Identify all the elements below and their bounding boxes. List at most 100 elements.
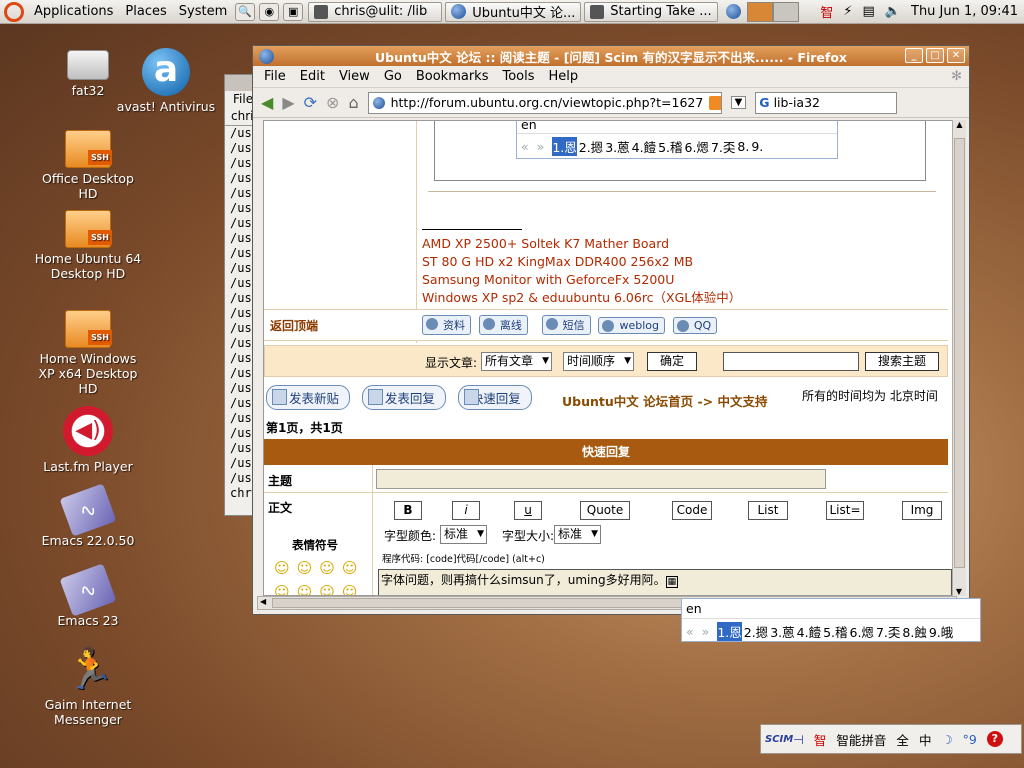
forward-arrow-icon[interactable]: ▶ [282, 93, 294, 112]
firefox-launcher-icon[interactable]: ◉ [259, 2, 280, 21]
scroll-down-arrow-icon[interactable]: ▼ [953, 587, 965, 596]
menu-view[interactable]: View [332, 69, 377, 84]
ime-candidate[interactable]: 9.皒 [929, 622, 953, 641]
ime-candidate[interactable]: 8. [737, 139, 749, 154]
ime-candidate[interactable]: 1.恩 [552, 137, 577, 156]
back-arrow-icon[interactable]: ◀ [261, 93, 273, 112]
ime-candidate[interactable]: 5.稽 [823, 622, 847, 641]
weblog-button[interactable]: weblog [598, 317, 665, 334]
code-button[interactable]: Code [672, 501, 712, 520]
ime-candidate[interactable]: 1.恩 [717, 622, 742, 641]
italic-button[interactable]: i [452, 501, 480, 520]
ime-candidate[interactable]: 9. [751, 139, 763, 154]
quote-punctuation-icon[interactable]: °9 [963, 732, 977, 747]
ime-candidate[interactable]: 7.奀 [711, 137, 735, 156]
google-search-icon[interactable]: G [759, 95, 769, 110]
ime-candidate[interactable]: 6.煾 [850, 622, 874, 641]
ime-next-page-icon[interactable]: » [537, 139, 545, 154]
menu-edit[interactable]: Edit [293, 69, 332, 84]
search-topic-button[interactable]: 搜索主题 [865, 352, 940, 371]
power-icon[interactable]: ⚡ [843, 4, 852, 19]
offline-button[interactable]: 离线 [478, 315, 528, 335]
desktop-icon-office-hd[interactable]: SSH Office Desktop HD [34, 130, 142, 201]
chinese-mode-toggle[interactable]: 中 [919, 730, 932, 749]
task-take[interactable]: Starting Take ... [584, 1, 719, 22]
scroll-up-arrow-icon[interactable]: ▲ [953, 120, 966, 132]
ime-candidate[interactable]: 4.饐 [632, 137, 656, 156]
rss-feed-icon[interactable] [709, 95, 721, 110]
input-method-label[interactable]: 智能拼音 [836, 730, 886, 749]
ime-prev-page-icon[interactable]: « [521, 139, 529, 154]
display-select[interactable]: 所有文章 [481, 352, 553, 371]
list-button[interactable]: List [748, 501, 788, 520]
new-topic-button[interactable]: 发表新贴 [266, 385, 351, 410]
workspace-switcher[interactable] [747, 1, 800, 22]
underline-button[interactable]: u [514, 501, 542, 520]
message-textarea[interactable]: 字体问题，则再搞什么simsun了，uming多好用阿。 ▦ [378, 569, 952, 595]
scim-tray-icon[interactable]: 智 [820, 2, 833, 21]
ime-candidate[interactable]: 3.蒽 [605, 137, 629, 156]
desktop-icon-emacs22[interactable]: ∿ Emacs 22.0.50 [34, 483, 142, 548]
reload-icon[interactable]: ⟳ [304, 93, 317, 112]
scroll-left-arrow-icon[interactable]: ◀ [260, 597, 266, 606]
bold-button[interactable]: B [394, 501, 422, 520]
ime-candidate[interactable]: 4.饐 [797, 622, 821, 641]
desktop-icon-lastfm[interactable]: ◀) Last.fm Player [34, 406, 142, 474]
ime-candidate[interactable]: 5.稽 [658, 137, 682, 156]
pin-icon[interactable]: ⊣ [793, 732, 804, 747]
workspace-2[interactable] [773, 1, 800, 22]
ime-candidate[interactable]: 2.摁 [579, 137, 603, 156]
smart-pinyin-icon[interactable]: 智 [814, 730, 827, 749]
task-firefox[interactable]: Ubuntu中文 论... [445, 1, 582, 22]
task-terminal[interactable]: chris@ulit: /lib [308, 1, 443, 22]
breadcrumb-home[interactable]: Ubuntu中文 论坛首页 [562, 394, 693, 409]
ime-candidate[interactable]: 2.摁 [744, 622, 768, 641]
places-menu[interactable]: Places [119, 4, 172, 19]
subject-input[interactable] [376, 469, 826, 489]
menu-go[interactable]: Go [377, 69, 409, 84]
maximize-button[interactable]: □ [926, 48, 944, 63]
workspace-1[interactable] [747, 1, 774, 22]
desktop-icon-emacs23[interactable]: ∿ Emacs 23 [34, 563, 142, 628]
qq-button[interactable]: QQ [672, 317, 718, 334]
font-color-select[interactable]: 标准 [440, 525, 488, 544]
menu-bookmarks[interactable]: Bookmarks [409, 69, 496, 84]
ubuntu-logo-icon[interactable] [4, 1, 24, 22]
url-dropdown-icon[interactable]: ▼ [730, 96, 747, 109]
post-reply-button[interactable]: 发表回复 [361, 385, 446, 410]
ime-candidate[interactable]: 7.奀 [876, 622, 900, 641]
desktop-icon-home-winxp[interactable]: SSH Home Windows XP x64 Desktop HD [34, 310, 142, 396]
back-to-top-link[interactable]: 返回顶端 [270, 317, 318, 334]
emoticon-row[interactable]: ☺☺☺☺ [274, 559, 365, 577]
vertical-scroll-thumb[interactable] [954, 138, 965, 568]
firefox-titlebar[interactable]: Ubuntu中文 论坛 :: 阅读主题 - [问题] Scim 有的汉字显示不出… [253, 46, 969, 66]
volume-icon[interactable]: 🔈 [885, 4, 901, 19]
ime-next-page-icon[interactable]: » [702, 624, 710, 639]
menu-file[interactable]: File [257, 69, 293, 84]
moon-punctuation-icon[interactable]: ☽ [941, 732, 952, 747]
desktop-icon-home-ubuntu[interactable]: SSH Home Ubuntu 64 Desktop HD [34, 210, 142, 281]
search-box[interactable]: G lib-ia32 [755, 91, 898, 114]
menu-help[interactable]: Help [542, 69, 586, 84]
url-bar[interactable]: http://forum.ubuntu.org.cn/viewtopic.php… [367, 91, 722, 114]
desktop-icon-gaim[interactable]: 🏃 Gaim Internet Messenger [34, 644, 142, 727]
ime-candidate[interactable]: 6.煾 [685, 137, 709, 156]
clock[interactable]: Thu Jun 1, 09:41 [911, 4, 1018, 19]
profile-button[interactable]: 资料 [422, 315, 471, 335]
minimize-button[interactable]: _ [905, 48, 923, 63]
quick-reply-button[interactable]: 快速回复 [457, 385, 532, 410]
network-icon[interactable]: ▤ [863, 4, 875, 19]
quote-button[interactable]: Quote [580, 501, 630, 520]
breadcrumb-forum[interactable]: 中文支持 [718, 394, 768, 409]
scim-logo-icon[interactable]: SCIM [765, 734, 793, 744]
ime-candidate[interactable]: 3.蒽 [770, 622, 794, 641]
close-button[interactable]: ✕ [947, 48, 965, 63]
topic-search-input[interactable] [723, 352, 859, 371]
vertical-scrollbar[interactable]: ▲ ▼ [952, 120, 966, 596]
network-globe-icon[interactable] [726, 4, 742, 19]
ordered-list-button[interactable]: List= [826, 501, 864, 520]
ime-prev-page-icon[interactable]: « [686, 624, 694, 639]
stop-icon[interactable]: ⊗ [326, 93, 339, 112]
system-menu[interactable]: System [173, 4, 233, 19]
search-launcher-icon[interactable]: 🔍 [235, 2, 256, 21]
